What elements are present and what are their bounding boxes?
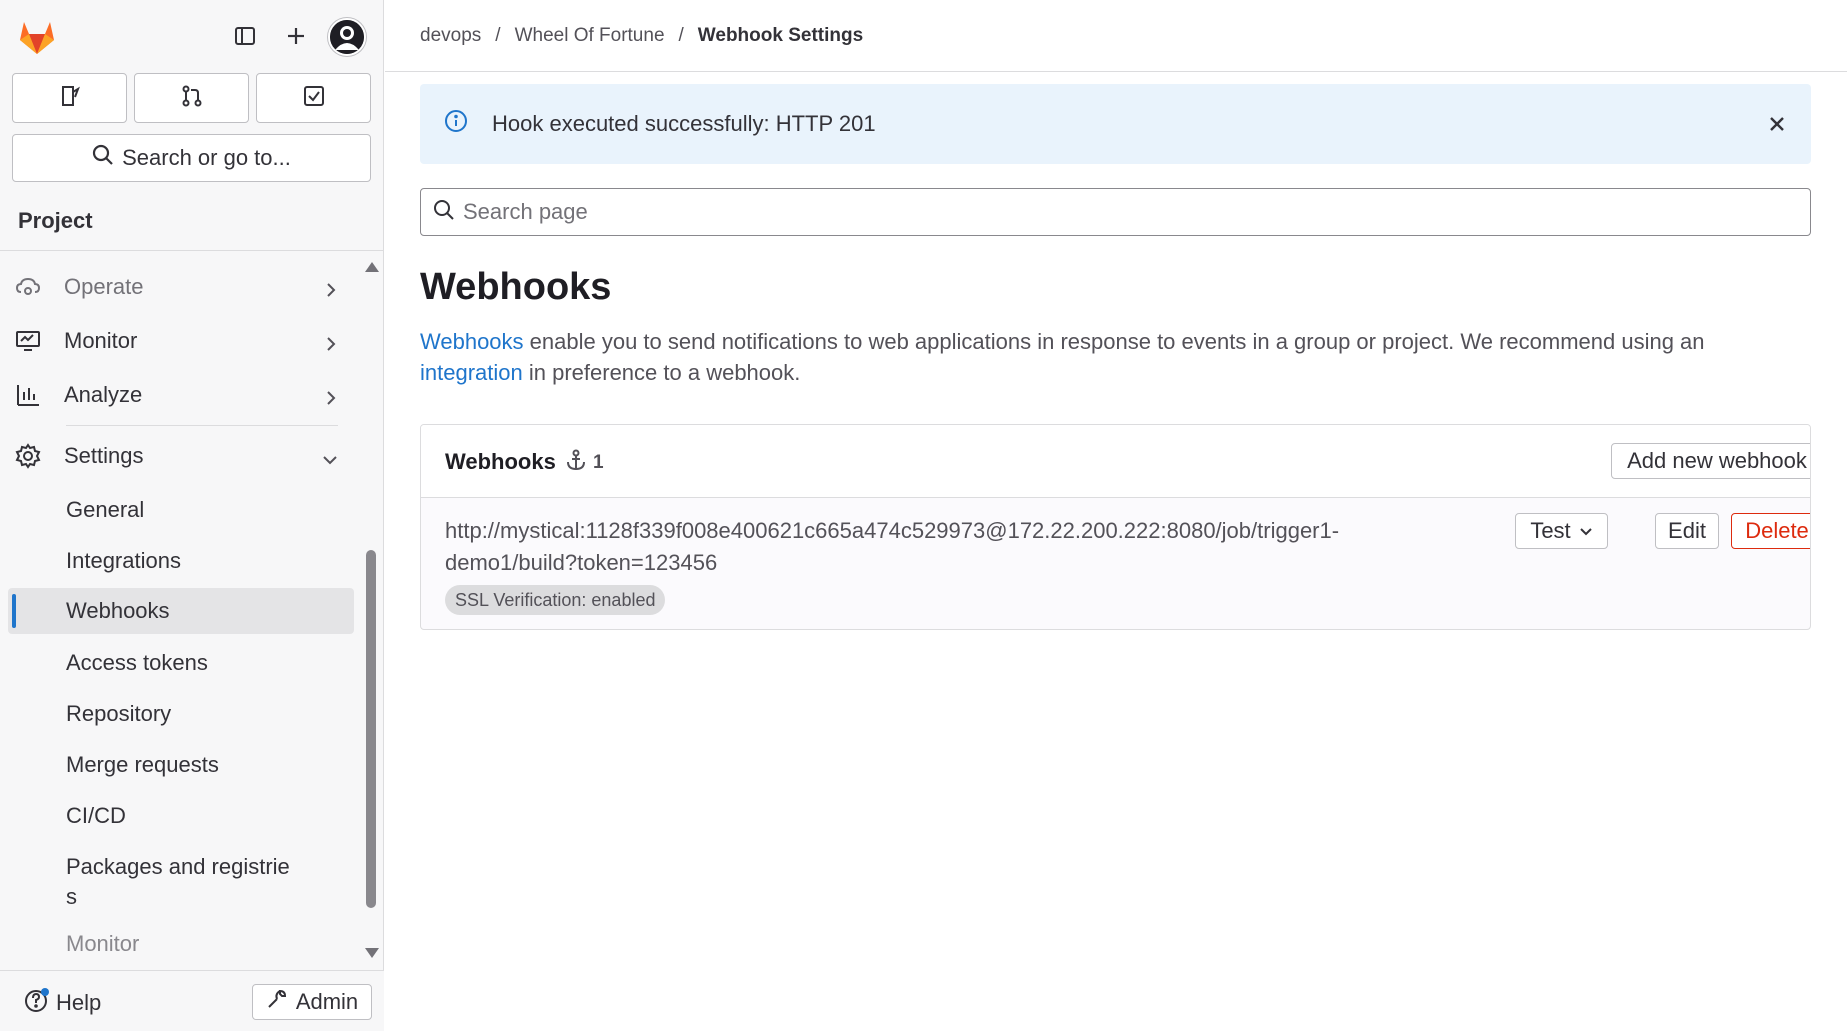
page-search-field [420,188,1811,236]
admin-label: Admin [295,989,359,1014]
sidebar-item-label: Analyze [64,382,143,407]
webhooks-docs-link[interactable]: Webhooks [420,329,524,354]
sidebar-subitem-general[interactable]: General [8,487,354,533]
info-icon [444,109,468,139]
scroll-up-arrow-icon[interactable] [365,262,379,272]
sidebar-subitem-label-wrap: s [66,884,77,909]
chevron-down-icon [1579,518,1593,544]
sidebar-subitem-label: Packages and registrie [66,854,290,879]
breadcrumb-separator: / [678,24,684,46]
sidebar-subitem-access-tokens[interactable]: Access tokens [8,640,354,686]
test-button-label: Test [1530,518,1571,543]
sidebar-section-divider [66,425,338,426]
user-avatar[interactable] [328,18,366,56]
webhook-url-line: http://mystical:1128f339f008e400621c665a… [445,518,1340,543]
webhook-anchor-icon [565,449,587,477]
page-search-input[interactable] [463,199,1783,225]
webhooks-card-title: Webhooks [445,449,556,474]
sidebar-toggle-icon[interactable] [227,18,263,54]
merge-requests-button[interactable] [134,73,249,123]
sidebar: Search or go to... Project Operate Monit… [0,0,384,1031]
sidebar-footer: Help Admin [0,970,384,1031]
global-search-label: Search or go to... [122,145,291,170]
alert-message: Hook executed successfully: HTTP 201 [492,111,876,136]
chevron-down-icon [322,447,338,473]
webhooks-count-value: 1 [593,452,604,473]
sidebar-item-monitor[interactable]: Monitor [12,318,352,364]
sidebar-topbar [0,0,384,72]
sidebar-subitem-repository[interactable]: Repository [8,691,354,737]
test-webhook-dropdown[interactable]: Test [1515,513,1608,549]
webhook-url: http://mystical:1128f339f008e400621c665a… [445,515,1375,579]
sidebar-item-label: Settings [64,443,144,468]
webhooks-card: Webhooks 1 Add new webhook http://mystic… [420,424,1811,630]
analyze-icon [12,382,44,408]
global-search-button[interactable]: Search or go to... [12,134,371,182]
todo-icon [302,84,326,113]
breadcrumb-current[interactable]: Webhook Settings [698,25,863,47]
sidebar-item-label: Operate [64,274,144,299]
help-icon [24,987,50,1019]
sidebar-item-operate[interactable]: Operate [12,264,352,310]
breadcrumb: devops / Wheel Of Fortune / Webhook Sett… [385,0,1847,72]
sidebar-divider [0,250,384,251]
add-new-webhook-button[interactable]: Add new webhook [1611,443,1810,479]
chevron-right-icon [324,332,338,358]
description-text: in preference to a webhook. [522,360,801,385]
sidebar-scrollbar-thumb[interactable] [366,550,376,908]
sidebar-subitem-webhooks[interactable]: Webhooks [8,588,354,634]
monitor-icon [12,328,44,354]
sidebar-subitem-merge-requests[interactable]: Merge requests [8,742,354,788]
webhooks-count: 1 [565,449,604,477]
success-alert: Hook executed successfully: HTTP 201 [420,84,1811,164]
breadcrumb-item-devops[interactable]: devops [420,25,481,47]
sidebar-subitem-ci-cd[interactable]: CI/CD [8,793,354,839]
help-label: Help [56,990,102,1015]
breadcrumb-separator: / [495,24,501,46]
search-icon [92,144,114,172]
sidebar-subitem-monitor[interactable]: Monitor [8,921,354,967]
sidebar-item-analyze[interactable]: Analyze [12,372,352,418]
issues-icon [58,84,82,113]
merge-request-icon [180,84,204,113]
main-content: devops / Wheel Of Fortune / Webhook Sett… [385,0,1847,1031]
sidebar-context-label: Project [18,208,93,233]
plus-icon[interactable] [278,18,314,54]
chevron-right-icon [324,278,338,304]
sidebar-subitem-packages-registries[interactable]: Packages and registrie s [8,846,354,909]
admin-button[interactable]: Admin [252,984,372,1020]
chevron-right-icon [324,386,338,412]
issues-button[interactable] [12,73,127,123]
page-description: Webhooks enable you to send notification… [420,326,1810,388]
todos-button[interactable] [256,73,371,123]
gitlab-logo-icon[interactable] [16,16,58,58]
page-title: Webhooks [420,266,612,308]
webhooks-card-header: Webhooks 1 Add new webhook [421,425,1810,498]
ssl-verification-badge: SSL Verification: enabled [445,585,666,615]
close-icon[interactable] [1765,112,1789,136]
edit-webhook-button[interactable]: Edit [1655,513,1719,549]
operate-icon [12,274,44,300]
settings-icon [12,443,44,469]
sidebar-subitem-integrations[interactable]: Integrations [8,538,354,584]
delete-webhook-button[interactable]: Delete [1731,513,1810,549]
help-button[interactable]: Help [24,987,101,1019]
description-text: enable you to send notifications to web … [523,329,1705,354]
webhook-url-line: demo1/build?token=123456 [445,550,718,575]
scroll-down-arrow-icon[interactable] [365,948,379,958]
sidebar-subitem-label: Webhooks [66,598,170,623]
sidebar-item-settings[interactable]: Settings [12,433,352,479]
wrench-icon [266,988,288,1016]
sidebar-item-label: Monitor [64,328,138,353]
search-icon [433,199,455,226]
integration-docs-link[interactable]: integration [420,360,523,385]
breadcrumb-item-project[interactable]: Wheel Of Fortune [515,25,665,47]
